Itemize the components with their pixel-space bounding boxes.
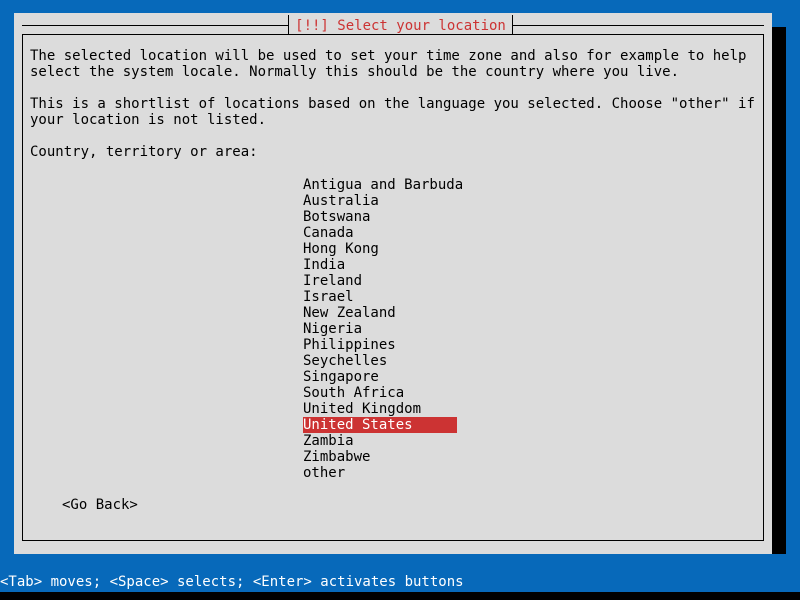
country-item[interactable]: other [303,465,457,481]
description-paragraph-2: This is a shortlist of locations based o… [30,96,756,128]
country-item[interactable]: Hong Kong [303,241,457,257]
country-item[interactable]: India [303,257,457,273]
country-item[interactable]: Antigua and Barbuda [303,177,463,193]
dialog-content: The selected location will be used to se… [30,48,756,160]
installer-screen: [!!] Select your location The selected l… [0,0,800,600]
go-back-button[interactable]: <Go Back> [62,497,138,513]
country-item-selected[interactable]: United States [303,417,457,433]
description-paragraph-1-line-1: The selected location will be used to se… [30,48,747,64]
country-list[interactable]: Antigua and Barbuda Australia Botswana Cana… [303,177,603,481]
description-paragraph-1: The selected location will be used to se… [30,48,756,80]
country-list-label: Country, territory or area: [30,144,258,160]
country-item[interactable]: Seychelles [303,353,457,369]
description-paragraph-2-line-1: This is a shortlist of locations based o… [30,96,755,112]
country-item[interactable]: Zimbabwe [303,449,457,465]
country-item[interactable]: Philippines [303,337,457,353]
paragraph-spacer-1 [30,80,756,96]
country-item[interactable]: Botswana [303,209,457,225]
country-item[interactable]: Ireland [303,273,457,289]
country-item[interactable]: Nigeria [303,321,457,337]
title-tick-right [512,15,513,35]
status-bar-filler [0,592,800,600]
description-paragraph-1-line-2: select the system locale. Normally this … [30,64,680,80]
country-item[interactable]: United Kingdom [303,401,457,417]
country-item[interactable]: Australia [303,193,457,209]
description-paragraph-2-line-2: your location is not listed. [30,112,267,128]
country-item[interactable]: Singapore [303,369,457,385]
country-item[interactable]: South Africa [303,385,457,401]
country-item[interactable]: Israel [303,289,457,305]
status-bar: <Tab> moves; <Space> selects; <Enter> ac… [0,573,800,592]
paragraph-spacer-2 [30,128,756,144]
dialog-title: [!!] Select your location [295,18,506,34]
country-item[interactable]: New Zealand [303,305,457,321]
country-item[interactable]: Zambia [303,433,457,449]
country-item[interactable]: Canada [303,225,457,241]
